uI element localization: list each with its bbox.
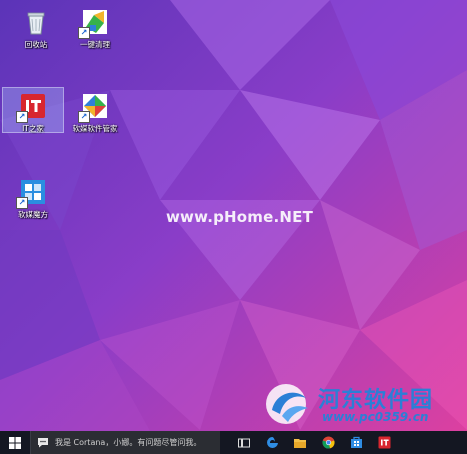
taskbar-edge-button[interactable] <box>258 431 286 454</box>
cortana-search-box[interactable]: 我是 Cortana，小娜。有问题尽管问我。 <box>30 431 220 454</box>
ithome-logo-icon <box>378 436 390 449</box>
cortana-chat-icon <box>38 438 48 448</box>
edge-icon <box>266 437 278 448</box>
taskbar: 我是 Cortana，小娜。有问题尽管问我。 <box>0 431 467 454</box>
taskbar-chrome-button[interactable] <box>314 431 342 454</box>
brand-url: www.pc0359.cn <box>322 410 429 424</box>
desktop-icon-label: 一键清理 <box>80 40 110 49</box>
desktop-icon-label: 回收站 <box>24 40 48 49</box>
desktop-icon-ithome[interactable]: ↗ IT之家 <box>2 87 64 133</box>
chrome-icon <box>321 436 335 449</box>
task-view-icon <box>238 438 250 447</box>
taskbar-ithome-button[interactable] <box>370 431 398 454</box>
desktop-icon-recycle-bin[interactable]: 回收站 <box>6 4 66 50</box>
shortcut-arrow-icon: ↗ <box>16 197 28 209</box>
file-explorer-icon <box>294 438 306 448</box>
shortcut-arrow-icon: ↗ <box>16 111 28 123</box>
desktop-icon-label: IT之家 <box>22 124 44 133</box>
software-manager-icon: ↗ <box>78 91 110 123</box>
desktop-icon-label: 软媒软件管家 <box>72 124 118 133</box>
desktop-icon-label: 软媒魔方 <box>18 210 48 219</box>
desktop-icon-ruanmei-software-manager[interactable]: ↗ 软媒软件管家 <box>65 88 125 134</box>
recycle-bin-icon <box>21 7 51 37</box>
ithome-logo-icon: ↗ <box>16 91 48 123</box>
desktop-icon-ruanmei-mofang[interactable]: ↗ 软媒魔方 <box>3 174 63 220</box>
hedong-logo-icon <box>266 384 308 424</box>
watermark-text: www.pHome.NET <box>166 208 314 226</box>
desktop-icon-one-click-cleanup[interactable]: ↗ 一键清理 <box>65 4 125 50</box>
cleanup-broom-icon: ↗ <box>78 7 110 39</box>
start-button[interactable] <box>0 431 30 454</box>
taskbar-explorer-button[interactable] <box>286 431 314 454</box>
mofang-cube-icon: ↗ <box>16 177 48 209</box>
task-view-button[interactable] <box>230 431 258 454</box>
taskbar-store-button[interactable] <box>342 431 370 454</box>
windows-logo-icon <box>9 436 21 449</box>
shortcut-arrow-icon: ↗ <box>78 111 90 123</box>
shortcut-arrow-icon: ↗ <box>78 27 90 39</box>
cortana-placeholder: 我是 Cortana，小娜。有问题尽管问我。 <box>55 438 202 447</box>
store-icon <box>350 436 362 448</box>
